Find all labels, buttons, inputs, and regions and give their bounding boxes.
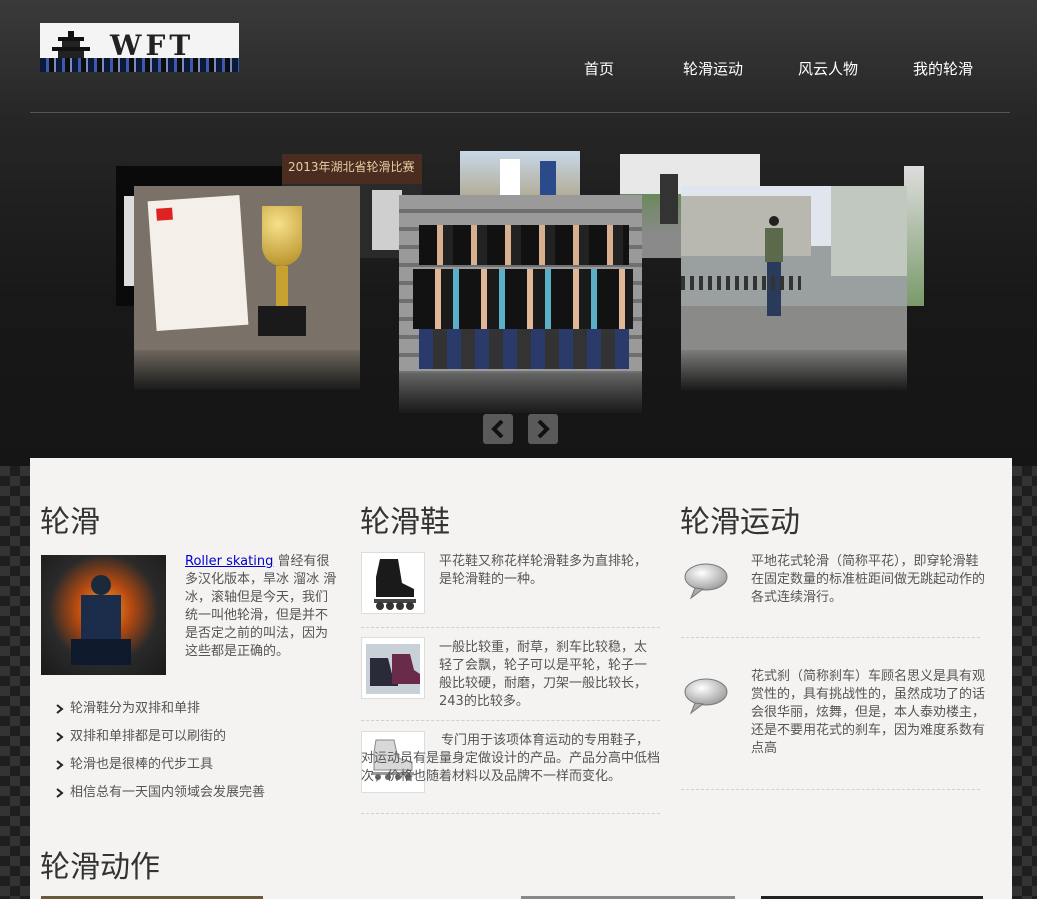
skating-bullet-list: 轮滑鞋分为双排和单排 双排和单排都是可以刷街的 轮滑也是很棒的代步工具 相信总有… bbox=[56, 700, 265, 812]
nav-item-celebrities[interactable]: 风云人物 bbox=[798, 58, 858, 79]
list-item-label: 相信总有一天国内领域会发展完善 bbox=[70, 785, 266, 800]
list-item: 轮滑鞋分为双排和单排 bbox=[56, 700, 265, 728]
sport-text-1: 平地花式轮滑（简称平花），即穿轮滑鞋在固定数量的标准桩距间做无跳起动作的各式连续… bbox=[751, 554, 986, 605]
divider bbox=[361, 813, 660, 814]
banner-text: 2013年湖北省轮滑比赛 bbox=[288, 160, 415, 174]
skating-intro-text: Roller skating 曾经有很多汉化版本，旱冰 溜冰 滑冰，滚轴但是今天… bbox=[185, 553, 340, 661]
list-item-label: 轮滑也是很棒的代步工具 bbox=[70, 757, 214, 772]
roller-skating-link[interactable]: Roller skating bbox=[185, 554, 273, 569]
divider bbox=[361, 720, 660, 721]
carousel-photo-back-5[interactable] bbox=[904, 166, 924, 306]
nav-item-skating-sport[interactable]: 轮滑运动 bbox=[683, 58, 743, 79]
chevron-right-icon bbox=[56, 788, 64, 798]
carousel-photo-trophy[interactable] bbox=[134, 186, 360, 390]
skate-shoe-image-1 bbox=[361, 552, 425, 614]
skate-shoe-image-2 bbox=[361, 637, 425, 699]
list-item: 相信总有一天国内领域会发展完善 bbox=[56, 784, 265, 812]
list-item-label: 轮滑鞋分为双排和单排 bbox=[70, 701, 201, 716]
nav-item-home[interactable]: 首页 bbox=[584, 58, 614, 79]
carousel-photo-skater[interactable] bbox=[681, 186, 907, 390]
divider bbox=[681, 637, 980, 638]
certificate-image bbox=[147, 194, 249, 332]
site-logo[interactable]: WFT bbox=[40, 23, 239, 72]
skating-intro-body: 曾经有很多汉化版本，旱冰 溜冰 滑冰，滚轴但是今天，我们统一叫他轮滑，但是并不是… bbox=[185, 554, 337, 659]
skater-figure bbox=[761, 216, 787, 326]
chevron-right-icon bbox=[56, 732, 64, 742]
shoe-text-2: 一般比较重，耐草，刹车比较稳，太轻了会飘，轮子可以是平轮，轮子一般比较硬，耐磨，… bbox=[439, 640, 648, 709]
divider bbox=[361, 627, 660, 628]
shoe-text-1: 平花鞋又称花样轮滑鞋多为直排轮，是轮滑鞋的一种。 bbox=[439, 554, 648, 587]
nav-item-my-skating[interactable]: 我的轮滑 bbox=[913, 58, 973, 79]
logo-splash-decoration bbox=[40, 58, 239, 72]
speech-bubble-icon bbox=[684, 563, 728, 600]
speech-bubble-icon bbox=[684, 678, 728, 715]
divider bbox=[681, 789, 980, 790]
skating-dancer-image bbox=[41, 555, 166, 675]
sport-text-2: 花式刹（简称刹车）车顾名思义是具有观赏性的，具有挑战性的，虽然成功了的话会很华丽… bbox=[751, 669, 986, 756]
carousel-photo-back-3[interactable] bbox=[460, 151, 580, 201]
shoe-text-3: 专门用于该项体育运动的专用鞋子，对运动员有是量身定做设计的产品。产品分高中低档次… bbox=[361, 733, 661, 784]
carousel-photo-team[interactable] bbox=[399, 195, 642, 413]
section-title-skating: 轮滑 bbox=[40, 505, 100, 540]
chevron-right-icon bbox=[56, 704, 64, 714]
chevron-right-icon bbox=[56, 760, 64, 770]
chevron-left-icon bbox=[491, 420, 504, 438]
skate-shoe-icon bbox=[366, 644, 420, 694]
checker-pattern-left bbox=[0, 466, 30, 899]
chevron-right-icon bbox=[537, 420, 550, 438]
carousel-next-button[interactable] bbox=[528, 414, 558, 444]
list-item: 双排和单排都是可以刷街的 bbox=[56, 728, 265, 756]
list-item-label: 双排和单排都是可以刷街的 bbox=[70, 729, 227, 744]
carousel-prev-button[interactable] bbox=[483, 414, 513, 444]
nav-divider bbox=[30, 112, 1010, 113]
section-title-shoes: 轮滑鞋 bbox=[360, 505, 450, 540]
section-title-moves: 轮滑动作 bbox=[40, 850, 160, 885]
list-item: 轮滑也是很棒的代步工具 bbox=[56, 756, 265, 784]
section-title-sport: 轮滑运动 bbox=[680, 505, 800, 540]
skate-shoe-icon bbox=[374, 559, 416, 610]
checker-pattern-right bbox=[1012, 466, 1037, 899]
trophy-image bbox=[252, 206, 312, 336]
